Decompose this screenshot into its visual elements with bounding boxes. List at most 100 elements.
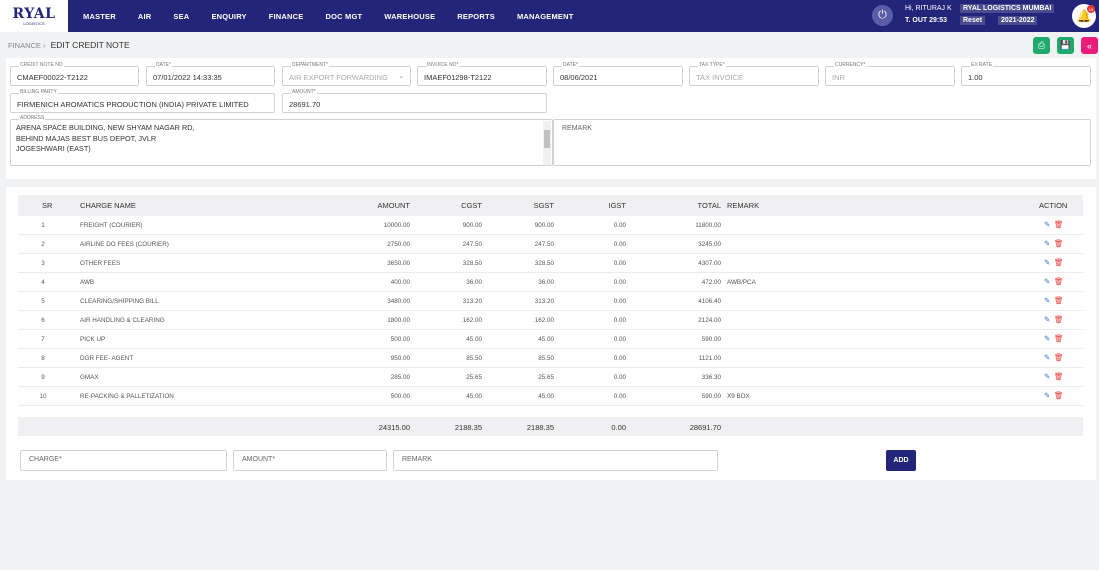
row-sgst: 45.00 — [538, 393, 554, 400]
row-remark: AWB/PCA — [727, 279, 756, 286]
row-sr: 1 — [41, 222, 45, 229]
tax-type-field[interactable]: TAX TYPE* TAX INVOICE — [689, 62, 819, 86]
power-icon[interactable]: ⏻ — [872, 5, 893, 26]
delete-icon[interactable]: 🗑 — [1054, 258, 1064, 267]
ex-rate-field[interactable]: EX RATE 1.00 — [961, 62, 1091, 86]
invoice-no-label: INVOICE NO* — [426, 62, 460, 68]
edit-icon[interactable]: ✎ — [1044, 296, 1050, 305]
delete-icon[interactable]: 🗑 — [1054, 277, 1064, 286]
credit-note-no-field[interactable]: CREDIT NOTE NO CMAEF00022-T2122 — [10, 62, 139, 86]
row-amount: 500.00 — [390, 393, 410, 400]
edit-icon[interactable]: ✎ — [1044, 353, 1050, 362]
save-button[interactable]: 💾 — [1057, 37, 1074, 54]
delete-icon[interactable]: 🗑 — [1054, 391, 1064, 400]
menu-sea[interactable]: SEA — [162, 12, 200, 21]
row-sgst: 328.50 — [534, 260, 554, 267]
billing-party-field[interactable]: BILLING PARTY FIRMENICH AROMATICS PRODUC… — [10, 89, 275, 113]
amount-label: AMOUNT* — [291, 89, 317, 95]
edit-icon[interactable]: ✎ — [1044, 239, 1050, 248]
financial-year-badge[interactable]: 2021-2022 — [998, 16, 1038, 25]
delete-icon[interactable]: 🗑 — [1054, 315, 1064, 324]
delete-icon[interactable]: 🗑 — [1054, 220, 1064, 229]
remark-textarea[interactable]: REMARK — [553, 119, 1091, 166]
menu-air[interactable]: AIR — [127, 12, 163, 21]
menu-reports[interactable]: REPORTS — [446, 12, 506, 21]
row-total: 590.00 — [701, 336, 721, 343]
table-row: 8 DGR FEE- AGENT 950.00 85.50 85.50 0.00 1121.… — [18, 349, 1083, 368]
row-charge-name: AWB — [80, 279, 95, 286]
delete-icon[interactable]: 🗑 — [1054, 353, 1064, 362]
reset-button[interactable]: Reset — [960, 16, 986, 25]
date-field[interactable]: DATE* 07/01/2022 14:33:35 — [146, 62, 275, 86]
table-row: 2 AIRLINE DO FEES (COURIER) 2750.00 247.50 2… — [18, 235, 1083, 254]
edit-icon[interactable]: ✎ — [1044, 258, 1050, 267]
delete-icon[interactable]: 🗑 — [1054, 239, 1064, 248]
amount-value: 28691.70 — [289, 100, 321, 109]
row-cgst: 328.50 — [462, 260, 482, 267]
row-sgst: 900.00 — [534, 222, 554, 229]
edit-icon[interactable]: ✎ — [1044, 220, 1050, 229]
col-total: TOTAL — [697, 201, 721, 210]
delete-icon[interactable]: 🗑 — [1054, 296, 1064, 305]
edit-icon[interactable]: ✎ — [1044, 315, 1050, 324]
charge-placeholder: CHARGE* — [29, 456, 62, 463]
print-button[interactable]: ⎙ — [1033, 37, 1050, 54]
invoice-date-value: 08/06/2021 — [560, 73, 598, 82]
row-igst: 0.00 — [613, 393, 626, 400]
menu-master[interactable]: MASTER — [72, 12, 127, 21]
credit-note-no-value: CMAEF00022-T2122 — [17, 73, 88, 82]
row-amount: 400.00 — [390, 279, 410, 286]
row-charge-name: RE-PACKING & PALLETIZATION — [80, 393, 174, 400]
add-button[interactable]: ADD — [886, 450, 916, 471]
tax-type-value: TAX INVOICE — [696, 73, 743, 82]
amount-field[interactable]: AMOUNT* 28691.70 — [282, 89, 547, 113]
logo-text: RYAL — [12, 5, 56, 22]
row-amount: 3480.00 — [387, 298, 410, 305]
row-sr: 8 — [41, 355, 45, 362]
row-cgst: 162.00 — [462, 317, 482, 324]
edit-icon[interactable]: ✎ — [1044, 277, 1050, 286]
col-action: ACTION — [1039, 201, 1068, 210]
currency-label: CURRENCY* — [834, 62, 867, 68]
address-scrollbar[interactable] — [543, 121, 551, 165]
charges-card: SR CHARGE NAME AMOUNT CGST SGST IGST TOT… — [6, 187, 1096, 480]
currency-field[interactable]: CURRENCY* INR — [825, 62, 955, 86]
row-total: 3245.00 — [698, 241, 721, 248]
menu-warehouse[interactable]: WAREHOUSE — [373, 12, 446, 21]
invoice-no-field[interactable]: INVOICE NO* IMAEF01298-T2122 — [417, 62, 547, 86]
col-sgst: SGST — [533, 201, 554, 210]
row-igst: 0.00 — [613, 260, 626, 267]
amount-input[interactable]: AMOUNT* — [233, 450, 387, 471]
company-badge[interactable]: RYAL LOGISTICS MUMBAI — [960, 4, 1055, 13]
remark-input[interactable]: REMARK — [393, 450, 718, 471]
charge-input[interactable]: CHARGE* — [20, 450, 227, 471]
main-menu: MASTER AIR SEA ENQUIRY FINANCE DOC MGT W… — [72, 0, 585, 32]
department-select[interactable]: DEPARTMENT* AIR EXPORT FORWARDING ⌄ — [282, 62, 411, 86]
table-row: 10 RE-PACKING & PALLETIZATION 500.00 45.00 4… — [18, 387, 1083, 406]
currency-value: INR — [832, 73, 845, 82]
row-total: 336.30 — [701, 374, 721, 381]
notification-count-badge: 19 — [1087, 5, 1095, 13]
delete-icon[interactable]: 🗑 — [1054, 372, 1064, 381]
menu-finance[interactable]: FINANCE — [258, 12, 315, 21]
table-header: SR CHARGE NAME AMOUNT CGST SGST IGST TOT… — [18, 195, 1083, 216]
col-remark: REMARK — [727, 201, 760, 210]
invoice-date-field[interactable]: DATE* 08/06/2021 — [553, 62, 683, 86]
edit-icon[interactable]: ✎ — [1044, 372, 1050, 381]
scrollbar-thumb[interactable] — [544, 130, 550, 148]
delete-icon[interactable]: 🗑 — [1054, 334, 1064, 343]
menu-enquiry[interactable]: ENQUIRY — [200, 12, 257, 21]
row-amount: 285.00 — [390, 374, 410, 381]
row-sgst: 247.50 — [534, 241, 554, 248]
menu-management[interactable]: MANAGEMENT — [506, 12, 585, 21]
logo[interactable]: RYAL LOGISTICS — [0, 0, 68, 32]
edit-icon[interactable]: ✎ — [1044, 391, 1050, 400]
address-textarea[interactable]: ADDRESS ARENA SPACE BUILDING, NEW SHYAM … — [10, 115, 553, 166]
logo-subtext: LOGISTICS — [23, 20, 45, 26]
row-sr: 5 — [41, 298, 45, 305]
breadcrumb-parent[interactable]: FINANCE — [8, 41, 41, 50]
menu-doc-mgt[interactable]: DOC MGT — [314, 12, 373, 21]
row-charge-name: CLEARING/SHIPPING BILL — [80, 298, 159, 305]
edit-icon[interactable]: ✎ — [1044, 334, 1050, 343]
back-button[interactable]: « — [1081, 37, 1098, 54]
